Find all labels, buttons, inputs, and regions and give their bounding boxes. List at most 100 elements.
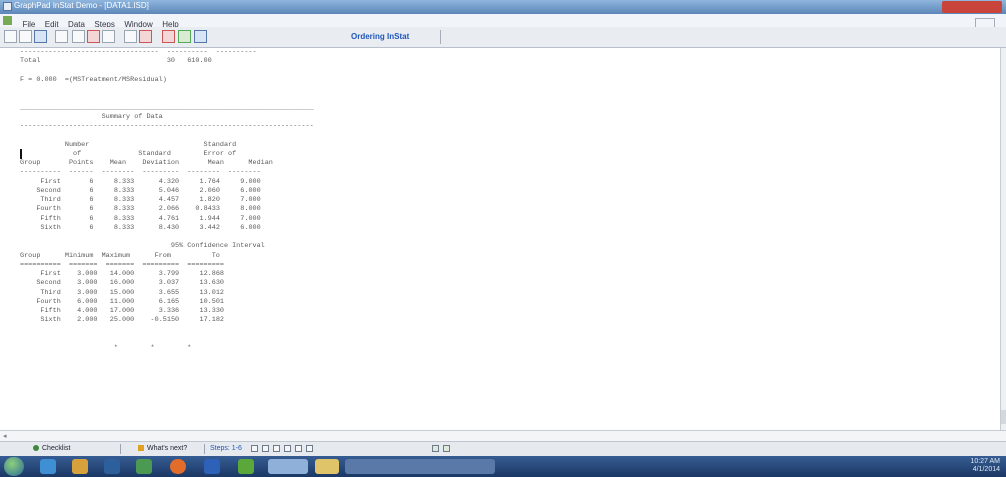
media-player-icon[interactable] [104,459,120,474]
table2-group-cell: First [20,270,61,278]
table2-group-cell: Sixth [20,316,61,325]
table2-ci-from-cell: 3.336 [134,307,180,315]
new-file-icon[interactable] [4,30,17,43]
text-cursor [20,149,22,159]
table2-row: Third 3.000 15.000 3.655 13.012 [20,289,224,297]
summary-rule-bottom: ----------------------------------------… [20,122,314,130]
table1-row: Second 6 8.333 5.046 2.060 6.000 [20,186,261,195]
table1-sd-cell: 4.761 [134,214,180,223]
window-title-bar: GraphPad InStat Demo - [DATA1.ISD] [0,0,1006,14]
table1-median-cell: 9.000 [219,177,261,186]
step-1-icon[interactable] [251,445,258,452]
table1-row: Third 6 8.333 4.457 1.820 7.000 [20,196,261,204]
table1-points-cell: 6 [60,186,94,195]
table1-mean-cell: 8.333 [93,205,135,214]
print-icon[interactable] [55,30,68,43]
spreadsheet-app-icon[interactable] [136,459,152,474]
total-row: Total 30 610.00 [20,57,212,66]
table1-sd-cell: 5.046 [134,186,180,195]
table2-ci-from-cell: 3.655 [134,288,180,297]
delete-icon[interactable] [162,30,175,43]
table2-minimum-cell: 3.000 [60,288,98,297]
table2-underline: ========== ======= ======= ========= ===… [20,260,224,269]
step-3-icon[interactable] [273,445,280,452]
step-4-icon[interactable] [284,445,291,452]
table2-minimum-cell: 3.000 [60,270,98,278]
table2-ci-to-cell: 12.868 [179,270,224,278]
file-explorer-icon[interactable] [72,459,88,474]
table2-group-cell: Third [20,288,61,297]
paste-icon[interactable] [87,30,100,43]
table1-underline: ---------- ------ -------- --------- ---… [20,168,261,177]
table2-header-line-1: 95% Confidence Interval [20,242,265,251]
table1-points-cell: 6 [60,223,94,232]
start-button[interactable] [4,457,24,476]
end-of-results-marks: * * * [20,344,192,352]
check-app-icon[interactable] [204,459,220,474]
table1-mean-cell: 8.333 [93,186,135,195]
scroll-left-icon[interactable]: ◂ [3,432,7,440]
step-6-icon[interactable] [306,445,313,452]
table2-ci-from-cell: 3.799 [134,270,180,278]
results-document[interactable]: ---------------------------------- -----… [0,48,1000,430]
clipboard-icon[interactable] [102,30,115,43]
whats-next-button[interactable]: What's next? [138,444,187,454]
horizontal-scrollbar[interactable]: ◂ [0,430,1006,441]
table1-median-cell: 6.000 [219,186,261,195]
rule-line: ---------------------------------- -----… [20,48,257,56]
table1-sd-cell: 8.430 [134,223,180,232]
system-tray[interactable]: 10:27 AM 4/1/2014 [970,458,1000,474]
table1-header-line-1: Number Standard [20,140,237,149]
forward-step-icon[interactable] [443,445,450,452]
ordering-instat-link[interactable]: Ordering InStat [351,32,409,41]
table1-median-cell: 8.000 [219,205,261,214]
table1-group-cell: Second [20,186,61,195]
internet-explorer-icon[interactable] [40,459,56,474]
cut-icon[interactable] [139,30,152,43]
active-window-task[interactable] [345,459,495,474]
table2-row: Fourth 6.000 11.000 6.165 10.501 [20,298,224,306]
steps-bar: Checklist What's next? Steps: 1-6 [0,441,1006,456]
table2-row: Second 3.000 16.000 3.037 13.630 [20,279,224,287]
table1-median-cell: 7.000 [219,196,261,204]
folder-task-button[interactable] [315,459,339,474]
table1-mean-cell: 8.333 [93,177,135,186]
table2-maximum-cell: 11.000 [97,297,135,306]
checklist-icon [33,445,39,452]
graphpad-icon[interactable] [238,459,254,474]
step-5-icon[interactable] [295,445,302,452]
browser-icon[interactable] [170,459,186,474]
undo-icon[interactable] [124,30,137,43]
back-step-icon[interactable] [432,445,439,452]
graph-icon[interactable] [194,30,207,43]
table1-sem-cell: 0.8433 [179,205,220,214]
table1-sd-cell: 4.457 [134,196,180,204]
open-folder-icon[interactable] [19,30,32,43]
toolbar-divider [440,30,441,44]
vertical-scroll-thumb[interactable] [1001,410,1006,424]
table1-points-cell: 6 [60,196,94,204]
steps-range[interactable]: Steps: 1-6 [210,444,242,454]
copy-icon[interactable] [72,30,85,43]
table1-header-line-2: of Standard Error of [20,149,237,158]
os-taskbar: 10:27 AM 4/1/2014 [0,456,1006,477]
save-icon[interactable] [34,30,47,43]
table2-minimum-cell: 3.000 [60,279,98,288]
instat-task-button[interactable] [268,459,308,474]
vertical-scrollbar[interactable] [1000,48,1006,430]
table1-group-cell: Fourth [20,205,61,214]
table1-header-line-3: Group Points Mean Deviation Mean Median [20,159,273,167]
table2-ci-to-cell: 13.330 [179,307,224,315]
results-icon[interactable] [178,30,191,43]
step-2-icon[interactable] [262,445,269,452]
whats-next-icon [138,445,144,452]
table2-header-line-2: Group Minimum Maximum From To [20,251,220,260]
window-controls[interactable] [942,1,1002,13]
table2-maximum-cell: 15.000 [97,288,135,297]
table1-row: Sixth 6 8.333 8.430 3.442 6.000 [20,223,260,232]
checklist-button[interactable]: Checklist [33,444,70,454]
menu-app-icon [3,16,12,25]
table2-group-cell: Fifth [20,307,61,315]
table1-points-cell: 6 [60,205,94,214]
table2-minimum-cell: 2.000 [60,316,98,325]
